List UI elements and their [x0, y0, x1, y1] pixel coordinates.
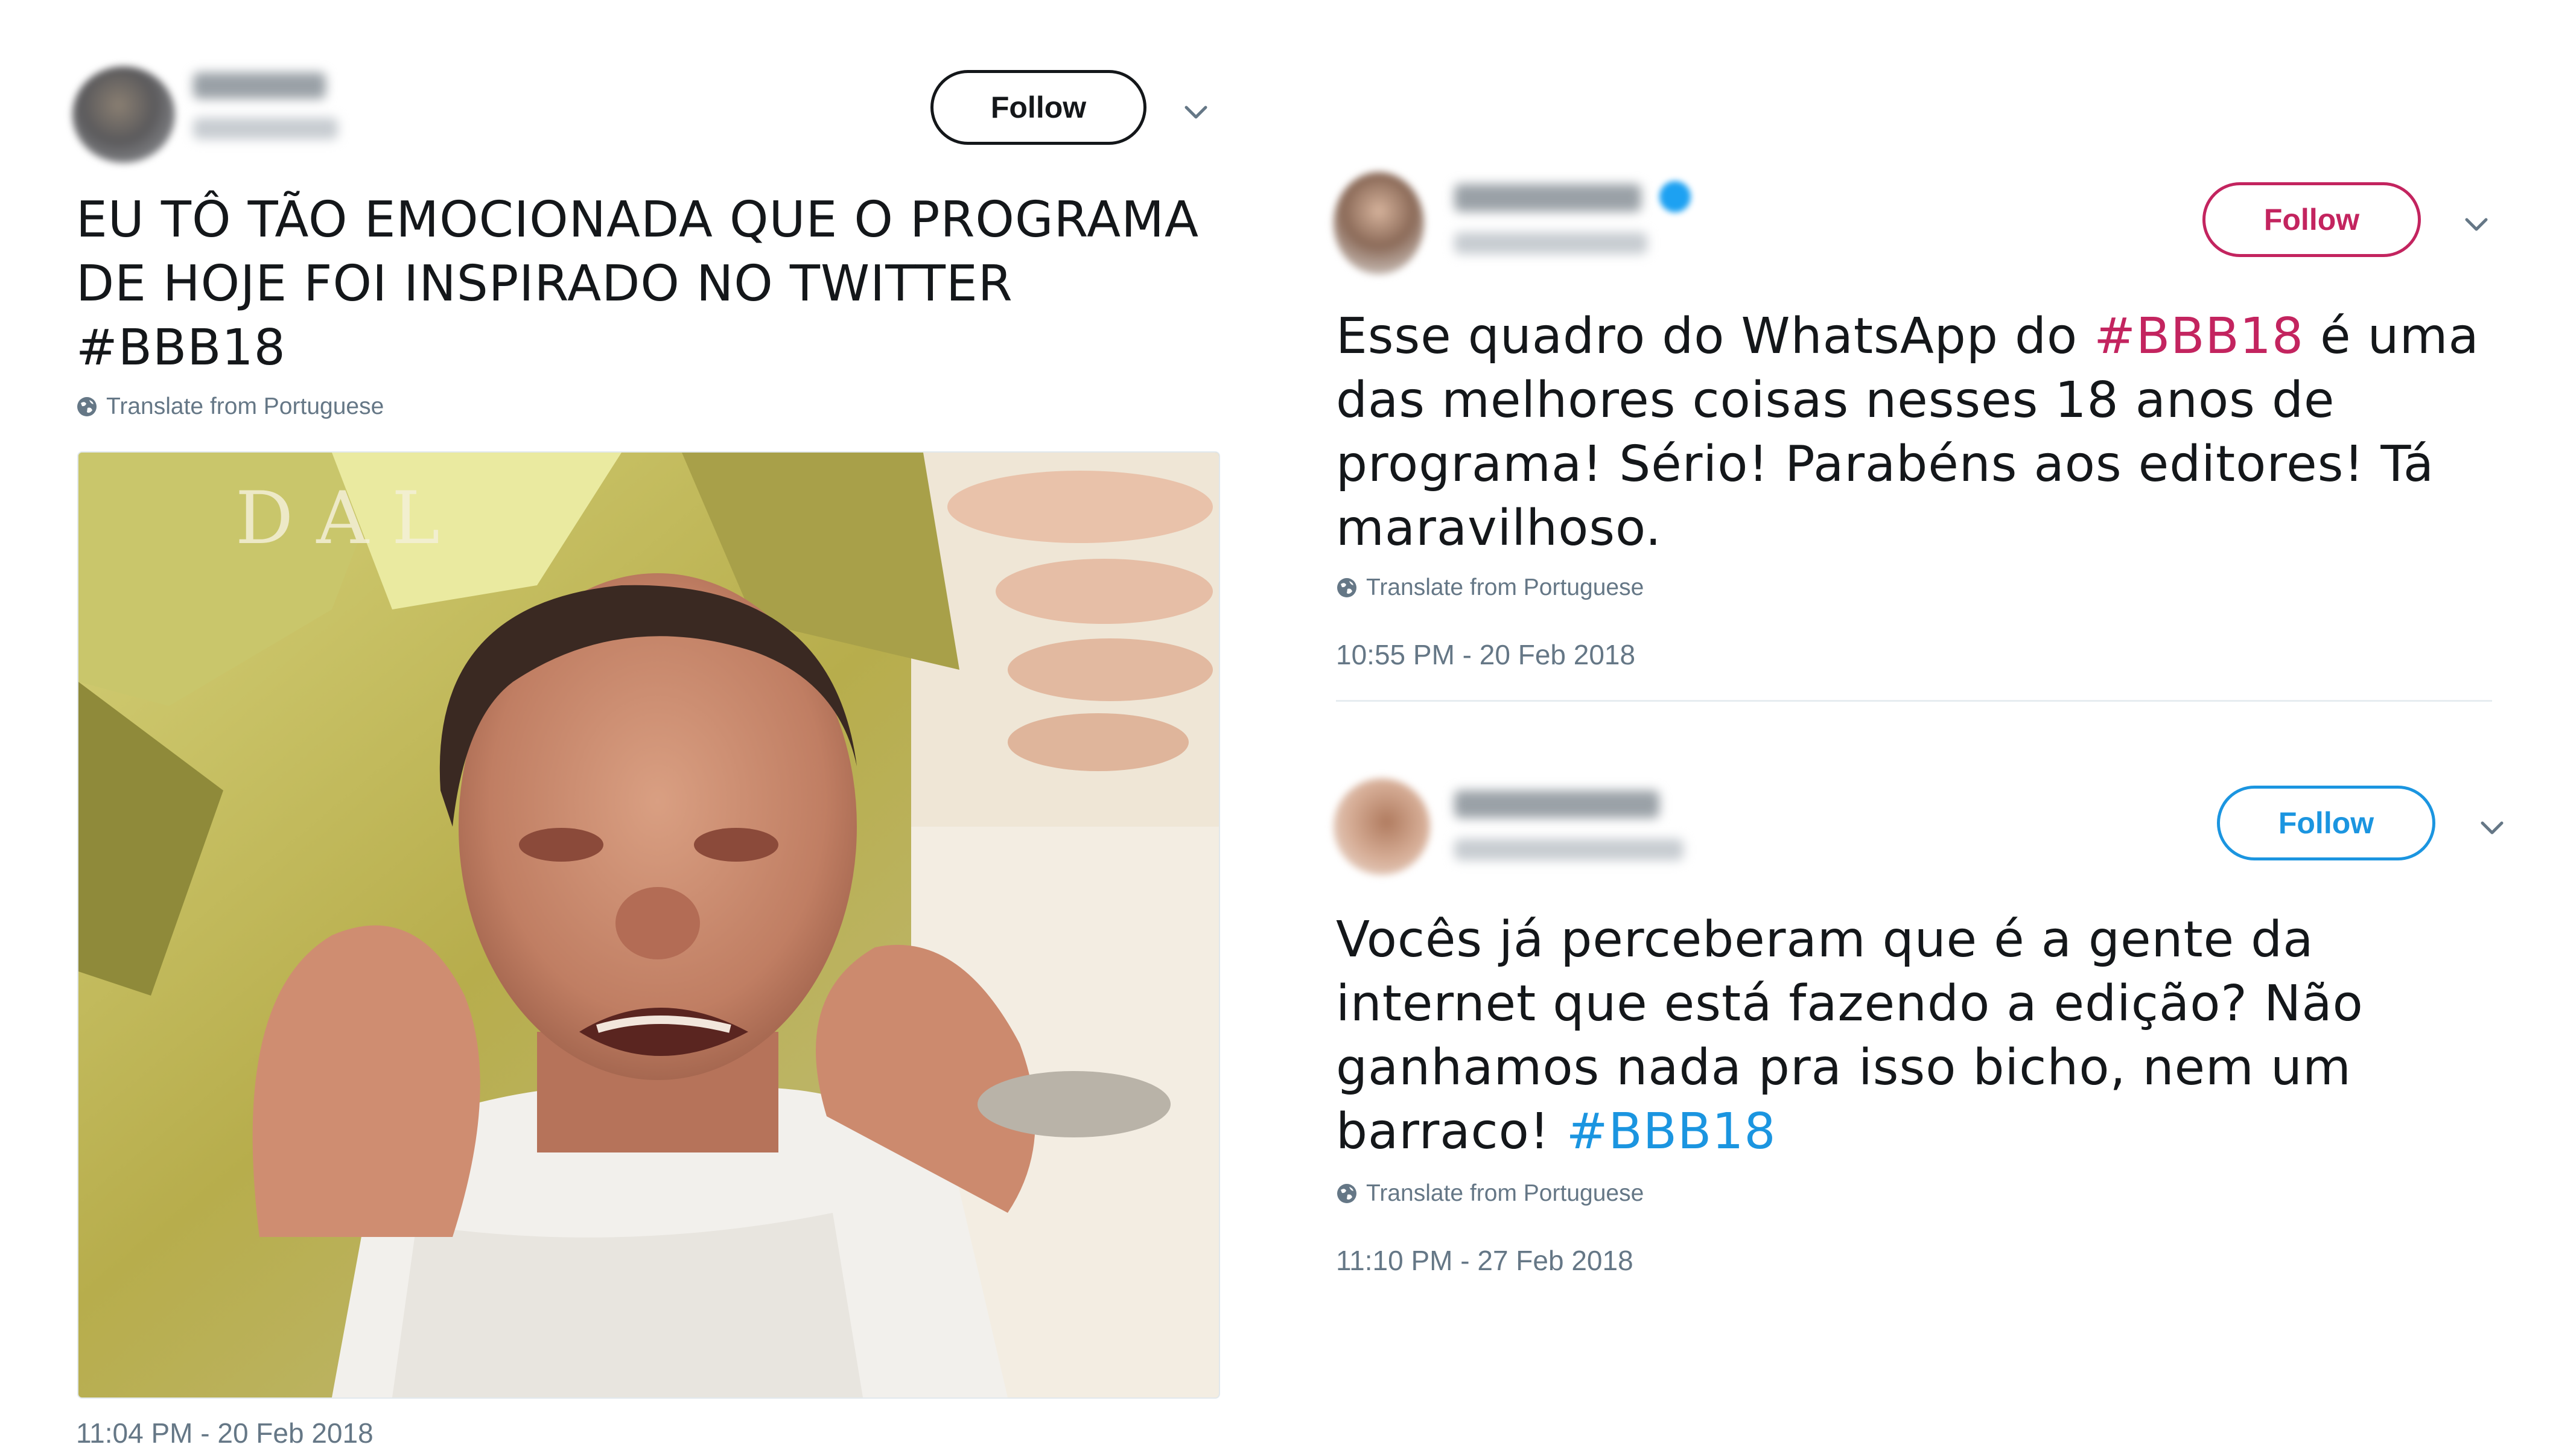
avatar[interactable] [1334, 778, 1430, 875]
tweet-text-part: EU TÔ TÃO EMOCIONADA QUE O PROGRAMA DE H… [76, 191, 1216, 313]
translate-link[interactable]: Translate from Portuguese [1336, 574, 1644, 601]
chevron-down-icon[interactable] [2463, 215, 2490, 233]
globe-icon [1337, 1184, 1356, 1203]
tweet-card-3: Follow Vocês já perceberam que é a gente… [1297, 724, 2550, 1456]
avatar[interactable] [1334, 172, 1424, 275]
tweet-timestamp[interactable]: 10:55 PM - 20 Feb 2018 [1336, 638, 1635, 671]
tweet-text-part: Vocês já perceberam que é a gente da int… [1336, 911, 2380, 1160]
chevron-down-icon[interactable] [2479, 818, 2505, 836]
globe-icon [1337, 578, 1356, 597]
tweet-timestamp[interactable]: 11:04 PM - 20 Feb 2018 [76, 1417, 374, 1449]
hashtag-link[interactable]: #BBB18 [76, 319, 286, 377]
translate-label: Translate from Portuguese [106, 393, 384, 419]
translate-label: Translate from Portuguese [1366, 1180, 1644, 1206]
tweet-text: Esse quadro do WhatsApp do #BBB18 é uma … [1336, 305, 2519, 561]
verified-badge-icon [1659, 181, 1691, 212]
chevron-down-icon[interactable] [1183, 103, 1209, 121]
photo-woman-crying: D A L [78, 453, 1219, 1397]
divider [1336, 700, 2492, 702]
svg-text:D A L: D A L [235, 477, 440, 561]
user-handle-redacted[interactable] [1454, 232, 1647, 254]
follow-button[interactable]: Follow [2202, 182, 2421, 257]
translate-link[interactable]: Translate from Portuguese [1336, 1180, 1644, 1207]
tweet-card-1: Follow EU TÔ TÃO EMOCIONADA QUE O PROGRA… [0, 0, 1267, 1456]
display-name-redacted[interactable] [1454, 790, 1659, 818]
tweet-text: EU TÔ TÃO EMOCIONADA QUE O PROGRAMA DE H… [76, 188, 1223, 380]
user-handle-redacted[interactable] [1454, 839, 1684, 860]
display-name-redacted[interactable] [1454, 184, 1641, 212]
hashtag-link[interactable]: #BBB18 [1566, 1103, 1776, 1160]
translate-link[interactable]: Translate from Portuguese [76, 393, 384, 420]
avatar[interactable] [72, 66, 175, 163]
translate-label: Translate from Portuguese [1366, 574, 1644, 600]
globe-icon [77, 397, 97, 416]
follow-button[interactable]: Follow [930, 70, 1146, 145]
hashtag-link[interactable]: #BBB18 [2094, 308, 2304, 365]
tweet-timestamp[interactable]: 11:10 PM - 27 Feb 2018 [1336, 1244, 1633, 1277]
follow-button[interactable]: Follow [2217, 786, 2435, 860]
tweet-card-2: Follow Esse quadro do WhatsApp do #BBB18… [1297, 0, 2550, 712]
display-name-redacted[interactable] [193, 72, 326, 99]
user-handle-redacted[interactable] [193, 118, 338, 139]
tweet-text-part: Esse quadro do WhatsApp do [1336, 308, 2094, 365]
tweet-text: Vocês já perceberam que é a gente da int… [1336, 908, 2519, 1164]
tweet-photo[interactable]: D A L [77, 451, 1220, 1399]
